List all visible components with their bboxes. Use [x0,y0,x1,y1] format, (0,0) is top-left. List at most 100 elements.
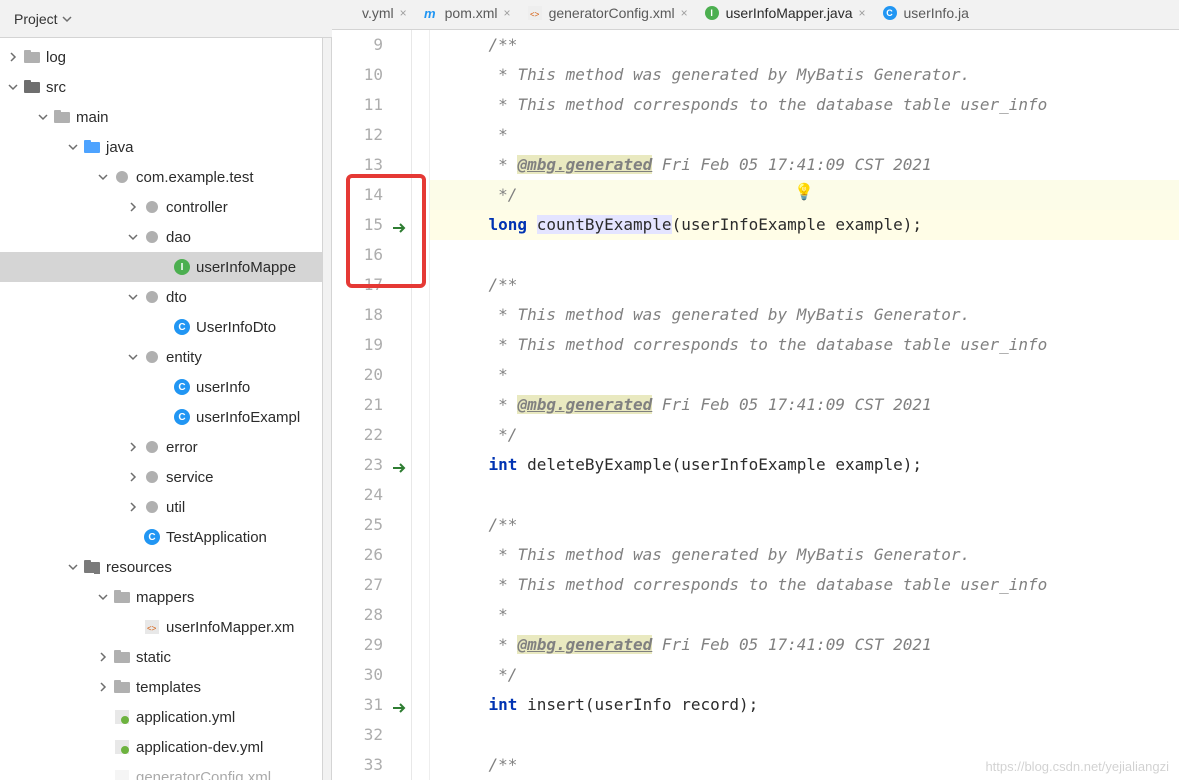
resources-folder-icon [82,560,102,574]
line-number: 13 [332,150,383,180]
tree-item-log[interactable]: log [0,42,322,72]
run-arrow-icon[interactable] [391,696,407,726]
tab-generatorconfig-xml[interactable]: <> generatorConfig.xml × [519,0,696,30]
package-icon [142,470,162,484]
line-number: 10 [332,60,383,90]
line-number: 24 [332,480,383,510]
chevron-right-icon [4,52,22,62]
tree-item-service[interactable]: service [0,462,322,492]
chevron-down-icon [34,112,52,122]
tree-label: userInfo [196,379,250,396]
project-tree[interactable]: log src main java com.example.test [0,38,322,780]
line-number: 14 [332,180,383,210]
xml-file-icon: <> [527,5,543,21]
line-number: 29 [332,630,383,660]
chevron-down-icon [4,82,22,92]
tree-item-main[interactable]: main [0,102,322,132]
package-icon [142,440,162,454]
line-number: 15 [332,210,383,240]
tree-item-entity[interactable]: entity [0,342,322,372]
tree-label: application.yml [136,709,235,726]
chevron-down-icon [64,562,82,572]
project-dropdown[interactable]: Project [0,11,78,27]
tree-item-util[interactable]: util [0,492,322,522]
close-icon[interactable]: × [400,6,407,20]
code-editor[interactable]: 9 10 11 12 13 14 15 16 17 18 19 20 21 22… [332,30,1179,780]
fold-column[interactable] [412,30,430,780]
splitter[interactable] [322,38,332,780]
class-icon: C [882,5,898,21]
svg-text:<>: <> [530,10,540,19]
line-number: 28 [332,600,383,630]
tab-userinfo-java[interactable]: C userInfo.ja [874,0,977,30]
chevron-down-icon [62,11,72,27]
tree-label: userInfoMappe [196,259,296,276]
line-number: 21 [332,390,383,420]
tree-item-userinfo[interactable]: C userInfo [0,372,322,402]
tab-v-yml[interactable]: v.yml × [332,0,415,30]
line-number: 20 [332,360,383,390]
tree-label: TestApplication [166,529,267,546]
package-icon [142,200,162,214]
line-number: 18 [332,300,383,330]
tree-item-static[interactable]: static [0,642,322,672]
tab-userinfomapper-java[interactable]: I userInfoMapper.java × [696,0,874,30]
line-number: 23 [332,450,383,480]
tree-label: resources [106,559,172,576]
folder-icon [52,110,72,124]
intention-bulb-icon[interactable]: 💡 [794,182,814,201]
tree-label: static [136,649,171,666]
tree-item-userinfoexample[interactable]: C userInfoExampl [0,402,322,432]
tree-item-dto[interactable]: dto [0,282,322,312]
tree-item-userinfomapper[interactable]: I userInfoMappe [0,252,322,282]
chevron-down-icon [94,172,112,182]
line-number: 22 [332,420,383,450]
tree-item-src[interactable]: src [0,72,322,102]
chevron-down-icon [94,592,112,602]
folder-icon [112,680,132,694]
class-icon: C [172,409,192,425]
line-number: 19 [332,330,383,360]
chevron-down-icon [124,232,142,242]
line-number: 31 [332,690,383,720]
chevron-right-icon [94,682,112,692]
tree-item-testapplication[interactable]: C TestApplication [0,522,322,552]
close-icon[interactable]: × [681,6,688,20]
package-icon [112,170,132,184]
run-arrow-icon[interactable] [391,216,407,246]
code-area[interactable]: /** * This method was generated by MyBat… [430,30,1179,780]
line-number: 11 [332,90,383,120]
tree-item-userinfomapper-xml[interactable]: <> userInfoMapper.xm [0,612,322,642]
tree-item-package[interactable]: com.example.test [0,162,322,192]
tree-label: application-dev.yml [136,739,263,756]
folder-icon [112,650,132,664]
tree-item-application-yml[interactable]: application.yml [0,702,322,732]
close-icon[interactable]: × [504,6,511,20]
tree-item-mappers[interactable]: mappers [0,582,322,612]
tree-item-templates[interactable]: templates [0,672,322,702]
tree-item-dao[interactable]: dao [0,222,322,252]
tab-pom-xml[interactable]: m pom.xml × [415,0,519,30]
chevron-right-icon [124,202,142,212]
tree-item-resources[interactable]: resources [0,552,322,582]
tree-item-userinfodto[interactable]: C UserInfoDto [0,312,322,342]
run-arrow-icon[interactable] [391,456,407,486]
tree-item-error[interactable]: error [0,432,322,462]
folder-icon [112,590,132,604]
close-icon[interactable]: × [859,6,866,20]
tree-label: error [166,439,198,456]
gutter: 9 10 11 12 13 14 15 16 17 18 19 20 21 22… [332,30,412,780]
tree-label: com.example.test [136,169,254,186]
tree-item-java[interactable]: java [0,132,322,162]
tree-item-generatorconfig-xml[interactable]: generatorConfig.xml [0,762,322,780]
tab-label: v.yml [362,5,394,21]
project-label: Project [14,11,58,27]
tree-item-controller[interactable]: controller [0,192,322,222]
tab-label: userInfoMapper.java [726,5,853,21]
chevron-right-icon [124,442,142,452]
chevron-right-icon [124,502,142,512]
chevron-right-icon [94,652,112,662]
tree-label: java [106,139,134,156]
tree-item-application-dev-yml[interactable]: application-dev.yml [0,732,322,762]
yml-file-icon [340,5,356,21]
